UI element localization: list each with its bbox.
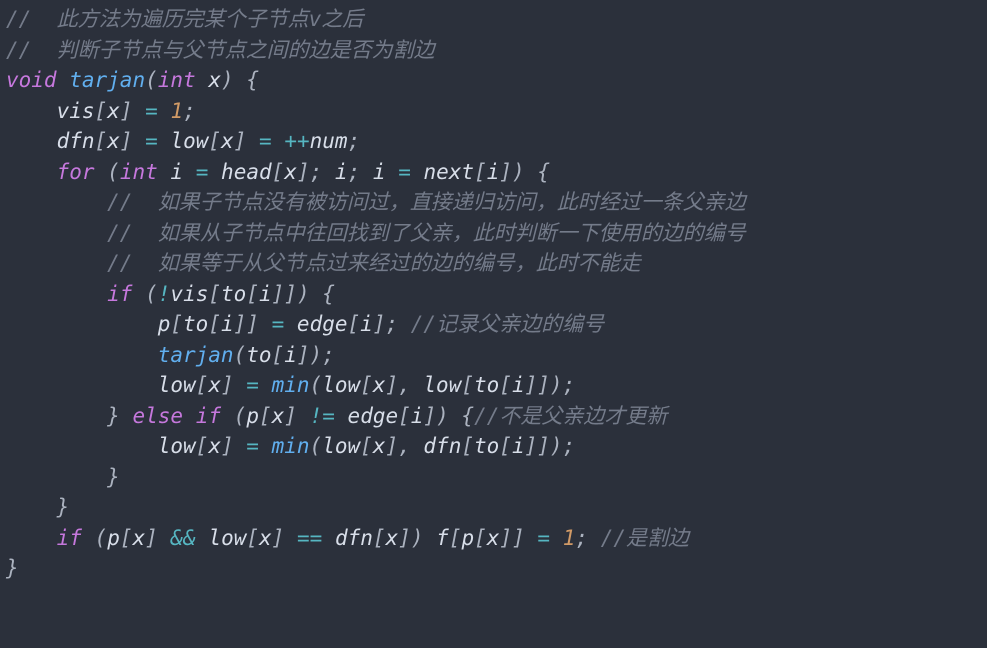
punct-semi: ; bbox=[183, 99, 196, 123]
ident-vis: vis bbox=[57, 99, 95, 123]
function-min: min bbox=[272, 373, 310, 397]
comment-line-4: // 如果从子节点中往回找到了父亲，此时判断一下使用的边的编号 bbox=[107, 221, 746, 245]
comment-inline-3: //是割边 bbox=[601, 526, 689, 550]
operator-assign: = bbox=[145, 99, 158, 123]
ident-x: x bbox=[107, 99, 120, 123]
comment-inline-1: //记录父亲边的编号 bbox=[411, 312, 604, 336]
ident-next: next bbox=[424, 160, 475, 184]
ident-head: head bbox=[221, 160, 272, 184]
punct-rbrack: ] bbox=[120, 99, 133, 123]
ident-low: low bbox=[170, 129, 208, 153]
ident-num: num bbox=[310, 129, 348, 153]
operator-eq: == bbox=[297, 526, 322, 550]
code-block: // 此方法为遍历完某个子节点v之后 // 判断子节点与父节点之间的边是否为割边… bbox=[0, 0, 987, 584]
ident-edge: edge bbox=[297, 312, 348, 336]
function-tarjan: tarjan bbox=[69, 68, 145, 92]
ident-to: to bbox=[221, 282, 246, 306]
keyword-else: else bbox=[132, 404, 183, 428]
comment-line-2: // 判断子节点与父节点之间的边是否为割边 bbox=[6, 38, 435, 62]
ident-x: x bbox=[208, 68, 221, 92]
operator-neq: != bbox=[310, 404, 335, 428]
comment-line-3: // 如果子节点没有被访问过，直接递归访问，此时经过一条父亲边 bbox=[107, 190, 746, 214]
comment-inline-2: //不是父亲边才更新 bbox=[474, 404, 667, 428]
keyword-int: int bbox=[158, 68, 196, 92]
keyword-if: if bbox=[107, 282, 132, 306]
comment-line-5: // 如果等于从父节点过来经过的边的编号，此时不能走 bbox=[107, 251, 641, 275]
operator-preinc: ++ bbox=[284, 129, 309, 153]
ident-f: f bbox=[436, 526, 449, 550]
operator-not: ! bbox=[158, 282, 171, 306]
punct-rbrace: } bbox=[6, 556, 19, 580]
ident-dfn: dfn bbox=[57, 129, 95, 153]
punct-comma: , bbox=[398, 373, 411, 397]
punct-lbrack: [ bbox=[95, 99, 108, 123]
punct-lbrace: { bbox=[246, 68, 259, 92]
punct-rparen: ) bbox=[221, 68, 234, 92]
comment-line-1: // 此方法为遍历完某个子节点v之后 bbox=[6, 7, 363, 31]
number-1: 1 bbox=[170, 99, 183, 123]
operator-and: && bbox=[170, 526, 195, 550]
ident-p: p bbox=[158, 312, 171, 336]
keyword-for: for bbox=[57, 160, 95, 184]
ident-i: i bbox=[170, 160, 183, 184]
punct-lparen: ( bbox=[145, 68, 158, 92]
keyword-void: void bbox=[6, 68, 57, 92]
